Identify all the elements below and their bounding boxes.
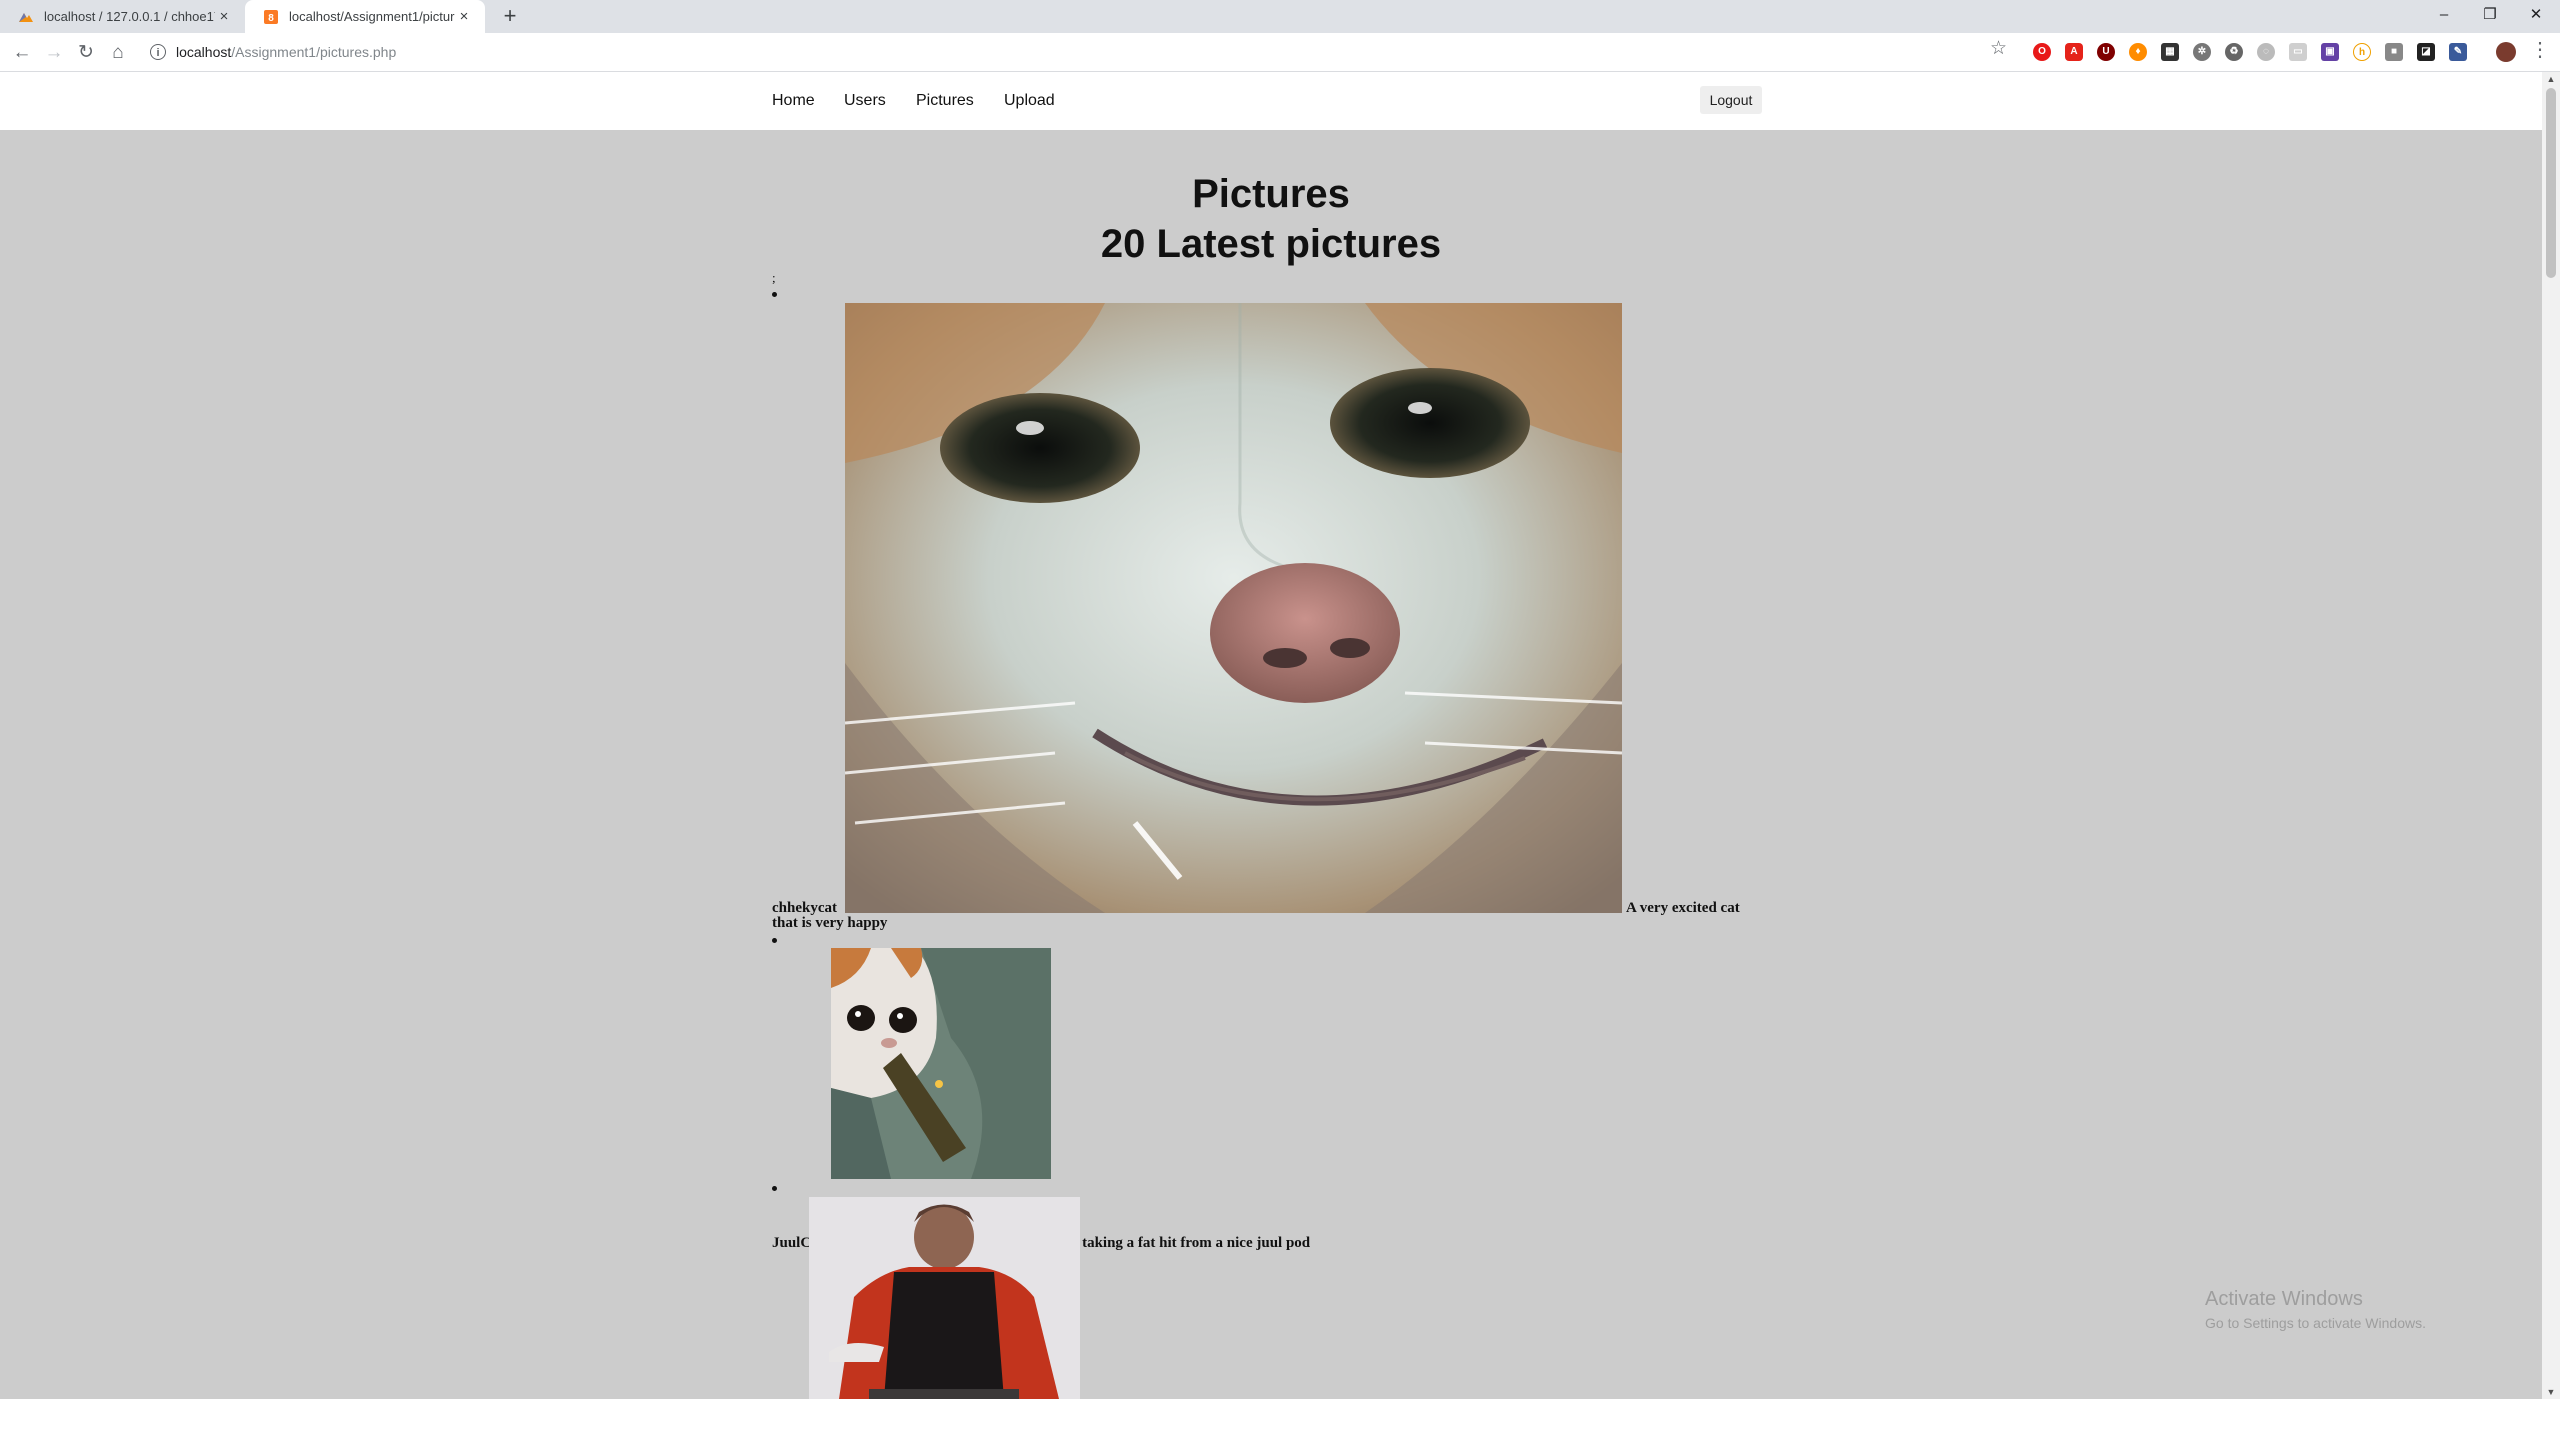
picture-description-cont: that is very happy bbox=[772, 915, 888, 931]
site-nav: Home Users Pictures Upload Logout bbox=[0, 72, 2542, 130]
nav-pictures-link[interactable]: Pictures bbox=[916, 92, 974, 110]
list-bullet bbox=[772, 292, 777, 297]
tab-phpmyadmin[interactable]: localhost / 127.0.0.1 / chhoe17 / ... × bbox=[0, 0, 245, 33]
url-path: /Assignment1/pictures.php bbox=[231, 44, 397, 60]
list-bullet bbox=[772, 1186, 777, 1191]
page-viewport: Home Users Pictures Upload Logout Pictur… bbox=[0, 72, 2542, 1399]
reload-icon[interactable]: ↻ bbox=[72, 39, 100, 67]
watermark-line2: Go to Settings to activate Windows. bbox=[2205, 1315, 2426, 1331]
scroll-down-arrow-icon[interactable]: ▼ bbox=[2542, 1385, 2560, 1399]
browser-tab-bar: localhost / 127.0.0.1 / chhoe17 / ... × … bbox=[0, 0, 2560, 33]
svg-text:8: 8 bbox=[268, 13, 274, 24]
list-bullet bbox=[772, 938, 777, 943]
browser-toolbar: ← → ↻ ⌂ i localhost/Assignment1/pictures… bbox=[0, 33, 2560, 72]
watermark-line1: Activate Windows bbox=[2205, 1288, 2363, 1310]
picture-juulcat-image[interactable] bbox=[831, 948, 1051, 1179]
honey-extension-icon[interactable]: h bbox=[2353, 43, 2371, 61]
page-scrollbar[interactable]: ▲ ▼ bbox=[2542, 72, 2560, 1399]
maximize-button[interactable]: ❐ bbox=[2466, 0, 2514, 30]
gear-extension-icon[interactable]: ✲ bbox=[2193, 43, 2211, 61]
picture-description: Cat taking a fat hit from a nice juul po… bbox=[1055, 1235, 1311, 1251]
home-icon[interactable]: ⌂ bbox=[104, 39, 132, 67]
picture-description: A very excited cat bbox=[1626, 900, 1740, 916]
kebab-menu-icon[interactable]: ⋮ bbox=[2530, 37, 2550, 62]
dark-extension-icon[interactable]: ◪ bbox=[2417, 43, 2435, 61]
picture-name: chhekycat bbox=[772, 900, 837, 916]
back-arrow-icon[interactable]: ← bbox=[8, 39, 36, 67]
page-title: Pictures bbox=[1192, 172, 1350, 216]
close-tab-icon[interactable]: × bbox=[455, 8, 473, 25]
flame-extension-icon[interactable]: ♦ bbox=[2129, 43, 2147, 61]
url-host: localhost bbox=[176, 44, 232, 60]
pen-extension-icon[interactable]: ✎ bbox=[2449, 43, 2467, 61]
opera-extension-icon[interactable]: O bbox=[2033, 43, 2051, 61]
bottom-strip bbox=[0, 1399, 2560, 1440]
tab-title: localhost/Assignment1/pictures... bbox=[289, 9, 455, 24]
forward-arrow-icon[interactable]: → bbox=[40, 39, 68, 67]
page-subtitle: 20 Latest pictures bbox=[1100, 222, 1442, 266]
tab-pictures[interactable]: 8 localhost/Assignment1/pictures... × bbox=[245, 0, 485, 33]
close-tab-icon[interactable]: × bbox=[215, 8, 233, 25]
twitch-extension-icon[interactable]: ▣ bbox=[2321, 43, 2339, 61]
picture-man-image[interactable] bbox=[809, 1197, 1080, 1399]
adblock-extension-icon[interactable]: A bbox=[2065, 43, 2083, 61]
address-bar[interactable]: i localhost/Assignment1/pictures.php bbox=[140, 37, 2020, 67]
ublock-extension-icon[interactable]: U bbox=[2097, 43, 2115, 61]
nav-users-link[interactable]: Users bbox=[844, 92, 886, 110]
lock-extension-icon[interactable]: ■ bbox=[2385, 43, 2403, 61]
stray-text: ; bbox=[772, 270, 776, 285]
info-icon[interactable]: i bbox=[150, 44, 166, 60]
grey-extension-icon[interactable]: ◌ bbox=[2257, 43, 2275, 61]
nav-home-link[interactable]: Home bbox=[772, 92, 815, 110]
picture-chhekycat-image[interactable] bbox=[845, 303, 1622, 913]
recycle-extension-icon[interactable]: ♻ bbox=[2225, 43, 2243, 61]
tab-title: localhost / 127.0.0.1 / chhoe17 / ... bbox=[44, 9, 215, 24]
nav-upload-link[interactable]: Upload bbox=[1004, 92, 1055, 110]
logout-button[interactable]: Logout bbox=[1700, 86, 1762, 114]
new-tab-button[interactable]: + bbox=[498, 4, 522, 28]
close-window-button[interactable]: ✕ bbox=[2512, 0, 2560, 30]
activate-windows-watermark: Activate Windows Go to Settings to activ… bbox=[2205, 1288, 2426, 1331]
minimize-button[interactable]: – bbox=[2420, 0, 2468, 30]
calendar-extension-icon[interactable]: ▦ bbox=[2161, 43, 2179, 61]
bookmark-star-icon[interactable]: ☆ bbox=[1990, 37, 2007, 60]
phpmyadmin-icon bbox=[19, 12, 33, 22]
screen-extension-icon[interactable]: ▭ bbox=[2289, 43, 2307, 61]
scrollbar-thumb[interactable] bbox=[2546, 88, 2556, 278]
xampp-icon: 8 bbox=[264, 9, 278, 24]
profile-avatar[interactable] bbox=[2496, 42, 2516, 62]
scroll-up-arrow-icon[interactable]: ▲ bbox=[2542, 72, 2560, 86]
